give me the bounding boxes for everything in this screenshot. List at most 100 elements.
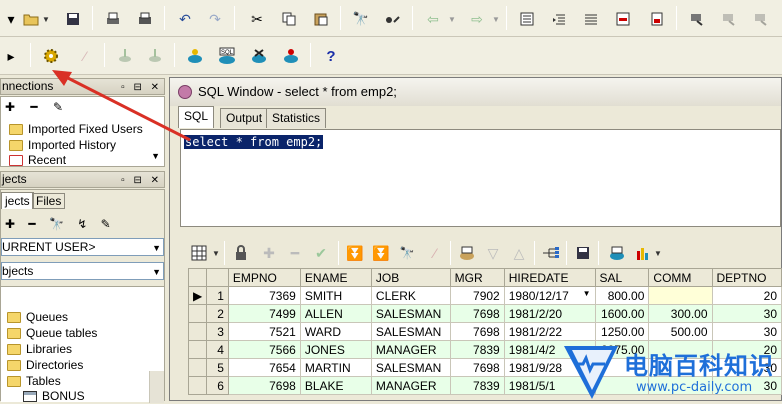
cell-job[interactable]: MANAGER	[370, 340, 451, 359]
commit-icon[interactable]	[114, 45, 136, 67]
cell-sal[interactable]: 1250.00	[594, 322, 650, 341]
db-stop-icon[interactable]	[248, 45, 270, 67]
cell-sal[interactable]: 800.00	[594, 286, 650, 305]
cell-ename[interactable]: MARTIN	[299, 358, 372, 377]
chart-icon[interactable]	[632, 242, 654, 264]
cell-deptno[interactable]: 20	[711, 286, 782, 305]
cell-empno[interactable]: 7369	[227, 286, 301, 305]
cell-ename[interactable]: JONES	[299, 340, 372, 359]
cell-empno[interactable]: 7654	[227, 358, 301, 377]
tab-statistics[interactable]: Statistics	[266, 108, 327, 128]
grid-layout-icon[interactable]	[188, 242, 210, 264]
page-icon[interactable]	[646, 8, 668, 30]
column-header[interactable]: MGR	[449, 268, 505, 287]
arrow-down-icon[interactable]: ▽	[482, 242, 504, 264]
table-row[interactable]: 3 7521 WARD SALESMAN 7698 1981/2/22 1250…	[187, 322, 782, 341]
redo-icon[interactable]: ↷	[204, 8, 226, 30]
cell-empno[interactable]: 7499	[227, 304, 301, 323]
tab-output[interactable]: Output	[220, 108, 269, 128]
connections-tree-toolbar[interactable]: ✚ ━ ✎	[5, 100, 69, 114]
cell-hiredate[interactable]: 1981/2/22	[503, 322, 596, 341]
print-preview-icon[interactable]	[134, 8, 156, 30]
clear-icon[interactable]: ⁄	[424, 242, 446, 264]
cell-ename[interactable]: SMITH	[299, 286, 372, 305]
cell-deptno[interactable]: 30	[711, 304, 782, 323]
tab-sql[interactable]: SQL	[178, 106, 215, 128]
cell-mgr[interactable]: 7698	[449, 358, 505, 377]
arrow-up-icon[interactable]: △	[508, 242, 530, 264]
table-row[interactable]: ▶ 1 7369 SMITH CLERK 7902 1980/12/17 ▼ 80…	[187, 286, 782, 305]
cell-job[interactable]: CLERK	[370, 286, 451, 305]
fetch-next-icon[interactable]: ⏬	[344, 242, 366, 264]
export-icon[interactable]	[606, 242, 628, 264]
copy-icon[interactable]	[278, 8, 300, 30]
list-item[interactable]: Directories	[7, 357, 83, 373]
connect-icon[interactable]: ▸	[0, 45, 22, 67]
sql-icon[interactable]: SQL	[216, 45, 238, 67]
delete-row-icon[interactable]: ━	[284, 242, 306, 264]
tab-objects[interactable]: jects	[1, 192, 34, 209]
list-item[interactable]: BONUS	[23, 388, 85, 404]
column-header[interactable]: DEPTNO	[711, 268, 782, 287]
list-item[interactable]: Queues	[7, 309, 68, 325]
cell-empno[interactable]: 7521	[227, 322, 301, 341]
object-type-select[interactable]: bjects ▼	[1, 262, 164, 280]
cell-mgr[interactable]: 7839	[449, 376, 505, 395]
objects-tree-toolbar[interactable]: ✚ ━ 🔭 ↯ ✎	[5, 217, 116, 231]
tool-disabled-icon[interactable]	[718, 8, 740, 30]
cell-ename[interactable]: BLAKE	[299, 376, 372, 395]
column-header[interactable]: SAL	[594, 268, 650, 287]
list-item[interactable]: Recent	[9, 152, 66, 168]
list-item[interactable]: Imported History	[9, 137, 116, 153]
fetch-last-icon[interactable]: ⏬	[370, 242, 392, 264]
list-item[interactable]: Tables	[7, 373, 61, 389]
scroll-down-icon[interactable]: ▼	[151, 151, 160, 161]
cell-hiredate[interactable]: 1980/12/17 ▼	[503, 286, 596, 305]
post-icon[interactable]: ✔	[310, 242, 332, 264]
cell-mgr[interactable]: 7902	[449, 286, 505, 305]
tab-files[interactable]: Files	[32, 193, 66, 209]
cell-mgr[interactable]: 7839	[449, 340, 505, 359]
open-icon[interactable]	[20, 8, 42, 30]
link-icon[interactable]	[540, 242, 562, 264]
unindent-icon[interactable]	[548, 8, 570, 30]
cell-deptno[interactable]: 30	[711, 322, 782, 341]
cell-empno[interactable]: 7566	[227, 340, 301, 359]
gear-icon[interactable]	[40, 45, 62, 67]
cell-comm[interactable]: 500.00	[648, 322, 713, 341]
paste-icon[interactable]	[310, 8, 332, 30]
list-item[interactable]: Imported Fixed Users	[9, 121, 143, 137]
table-row[interactable]: 2 7499 ALLEN SALESMAN 7698 1981/2/20 160…	[187, 304, 782, 323]
date-picker-icon[interactable]: ▼	[583, 289, 591, 298]
print-icon[interactable]	[102, 8, 124, 30]
cell-comm[interactable]: 300.00	[648, 304, 713, 323]
column-header[interactable]: HIREDATE	[503, 268, 596, 287]
cell-mgr[interactable]: 7698	[449, 304, 505, 323]
cell-comm[interactable]	[648, 286, 713, 305]
db-execute-icon[interactable]	[184, 45, 206, 67]
cut-icon[interactable]: ✂	[246, 8, 268, 30]
cell-job[interactable]: SALESMAN	[370, 304, 451, 323]
column-header[interactable]: EMPNO	[227, 268, 301, 287]
cell-hiredate[interactable]: 1981/2/20	[503, 304, 596, 323]
indent-icon[interactable]	[516, 8, 538, 30]
sql-editor[interactable]: select * from emp2;	[180, 129, 781, 227]
cell-job[interactable]: MANAGER	[370, 376, 451, 395]
query-by-example-icon[interactable]	[456, 242, 478, 264]
column-header[interactable]: JOB	[370, 268, 451, 287]
comment-icon[interactable]	[580, 8, 602, 30]
uncomment-icon[interactable]	[612, 8, 634, 30]
cell-sal[interactable]: 1600.00	[594, 304, 650, 323]
user-filter-select[interactable]: URRENT USER> ▼	[1, 238, 164, 256]
list-item[interactable]: Queue tables	[7, 325, 97, 341]
panel-window-buttons[interactable]: ▫ ⊟ ✕	[121, 173, 162, 188]
tool-disabled-icon[interactable]	[750, 8, 772, 30]
find-icon[interactable]: 🔭	[350, 8, 372, 30]
panel-window-buttons[interactable]: ▫ ⊟ ✕	[121, 80, 162, 95]
save-icon[interactable]	[572, 242, 594, 264]
cell-job[interactable]: SALESMAN	[370, 322, 451, 341]
add-row-icon[interactable]: ✚	[258, 242, 280, 264]
new-dropdown-icon[interactable]: ▾	[0, 8, 22, 30]
find-icon[interactable]: 🔭	[396, 242, 418, 264]
scrollbar[interactable]	[149, 371, 164, 403]
